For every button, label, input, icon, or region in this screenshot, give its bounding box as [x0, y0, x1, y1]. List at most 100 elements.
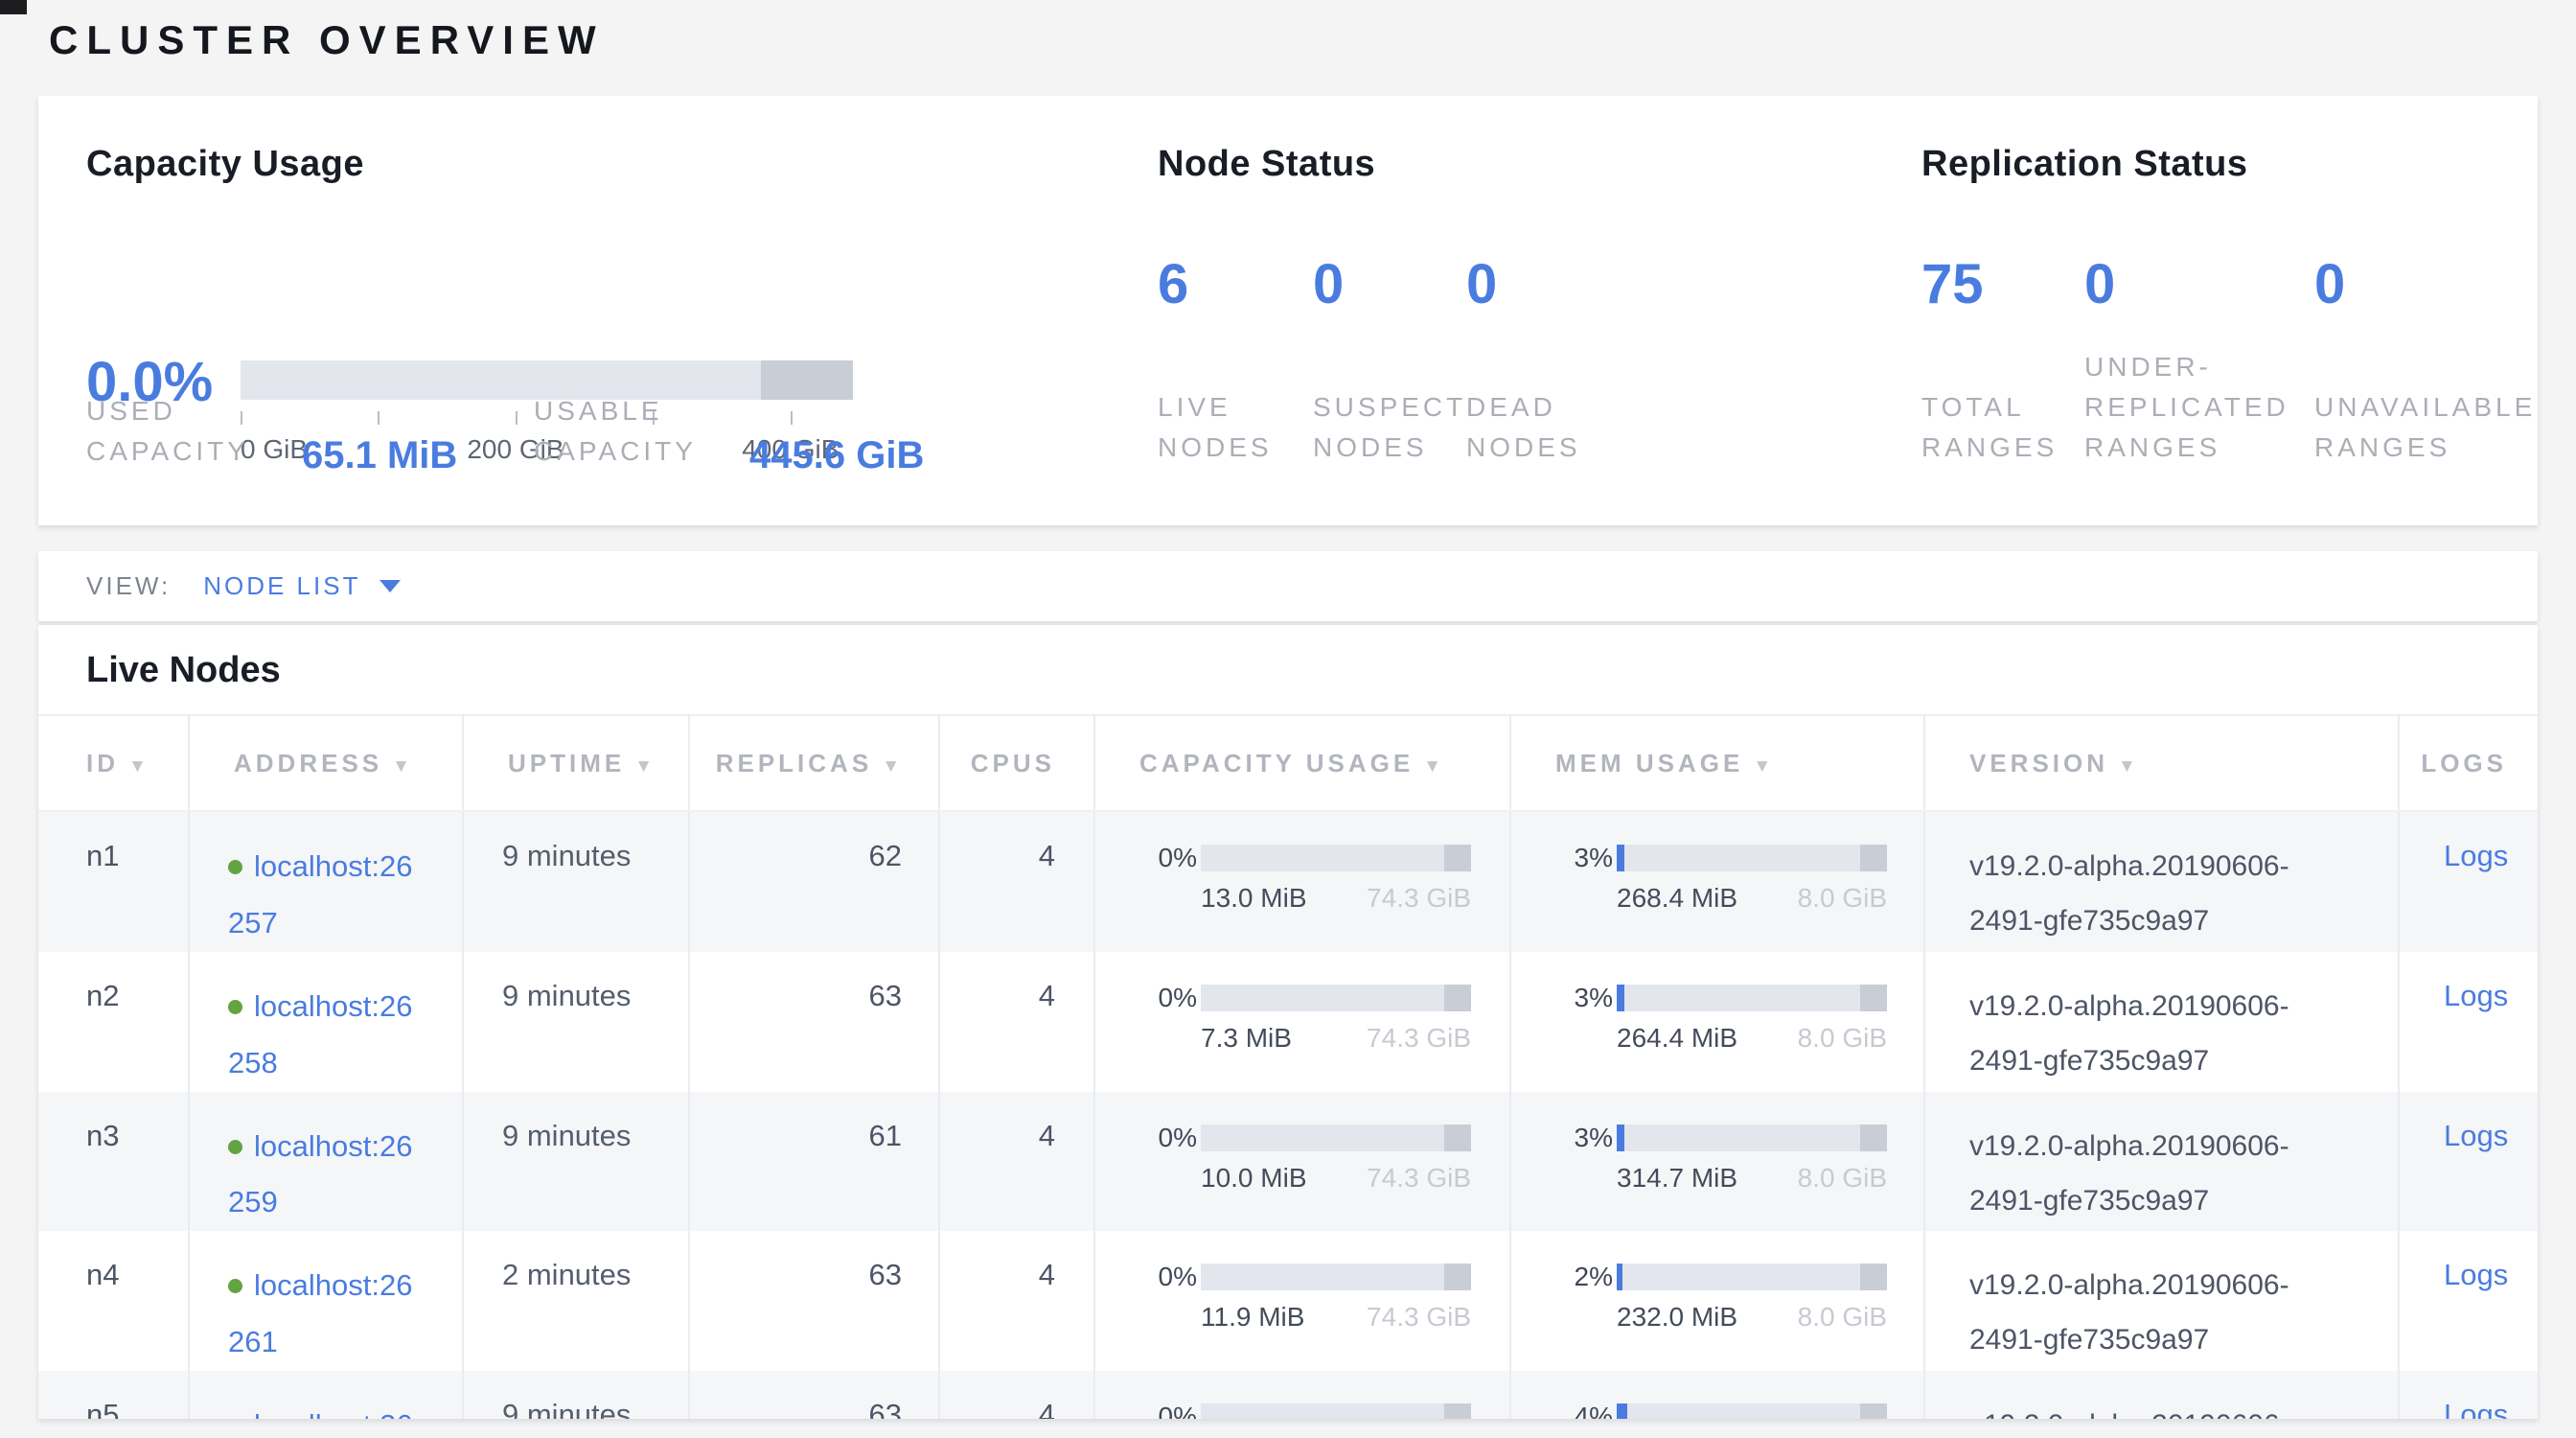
- logs-link[interactable]: Logs: [2444, 1398, 2508, 1419]
- view-selector-panel: VIEW: NODE LIST: [38, 551, 2538, 621]
- unavailable-ranges-count: 0: [2314, 257, 2345, 313]
- node-live-dot: [228, 1140, 242, 1154]
- node-status-section: Node Status 6 0 0 LIVE NODES SUSPECT NOD…: [1158, 96, 1886, 525]
- node-status-title: Node Status: [1158, 144, 1375, 185]
- node-version-cell: v19.2.0-alpha.20190606-2491-gfe735c9a97: [1924, 1231, 2399, 1371]
- node-replicas-cell: 62: [689, 811, 939, 952]
- capacity-bar-reserved: [1444, 985, 1471, 1011]
- node-row: n1 localhost:26257 9 minutes 62 4 0% 13.…: [38, 811, 2538, 952]
- node-row: n4 localhost:26261 2 minutes 63 4 0% 11.…: [38, 1231, 2538, 1371]
- capacity-total-value: 74.3 GiB: [1367, 1163, 1471, 1194]
- node-mem-cell: 4% 329.6 MiB 8.0 GiB: [1510, 1371, 1924, 1419]
- col-header-capacity-usage[interactable]: CAPACITY USAGE▼: [1094, 715, 1510, 811]
- sort-desc-icon: ▼: [128, 756, 147, 777]
- node-replicas-cell: 63: [689, 1371, 939, 1419]
- usable-capacity-stat: USABLE CAPACITY 445.6 GiB: [534, 391, 924, 472]
- view-label: VIEW:: [86, 571, 171, 601]
- sort-desc-icon: ▼: [2118, 756, 2136, 777]
- col-header-uptime[interactable]: UPTIME▼: [463, 715, 689, 811]
- capacity-total-value: 74.3 GiB: [1367, 1302, 1471, 1333]
- node-capacity-cell: 0% 11.9 MiB 74.3 GiB: [1094, 1231, 1510, 1371]
- suspect-nodes-label: SUSPECT NODES: [1313, 387, 1466, 468]
- capacity-usage-bar: [1201, 1403, 1471, 1419]
- used-capacity-stat: USED CAPACITY 65.1 MiB: [86, 391, 457, 472]
- mem-used-value: 314.7 MiB: [1617, 1163, 1737, 1194]
- node-capacity-cell: 0% 7.3 MiB 74.3 GiB: [1094, 952, 1510, 1092]
- mem-total-value: 8.0 GiB: [1798, 1023, 1887, 1054]
- mem-bar-reserved: [1860, 845, 1887, 871]
- col-header-logs: LOGS: [2399, 715, 2538, 811]
- node-mem-cell: 3% 264.4 MiB 8.0 GiB: [1510, 952, 1924, 1092]
- node-logs-cell: Logs: [2399, 1092, 2538, 1232]
- mem-bar-reserved: [1860, 985, 1887, 1011]
- node-address-link[interactable]: localhost:26258: [228, 989, 412, 1079]
- capacity-total-value: 74.3 GiB: [1367, 883, 1471, 914]
- mem-total-value: 8.0 GiB: [1798, 1163, 1887, 1194]
- node-address-cell: localhost:26262: [189, 1371, 463, 1419]
- node-id-cell: n1: [38, 811, 189, 952]
- node-row: n5 localhost:26262 9 minutes 63 4 0% 12.…: [38, 1371, 2538, 1419]
- node-address-cell: localhost:26259: [189, 1092, 463, 1232]
- under-replicated-ranges-label: UNDER-REPLICATED RANGES: [2084, 347, 2288, 468]
- col-header-replicas[interactable]: REPLICAS▼: [689, 715, 939, 811]
- node-cpus-cell: 4: [939, 1231, 1094, 1371]
- col-header-address[interactable]: ADDRESS▼: [189, 715, 463, 811]
- node-row: n2 localhost:26258 9 minutes 63 4 0% 7.3…: [38, 952, 2538, 1092]
- used-capacity-value: 65.1 MiB: [302, 434, 457, 477]
- suspect-nodes-count: 0: [1313, 257, 1344, 313]
- node-address-link[interactable]: localhost:26262: [228, 1408, 412, 1419]
- sort-desc-icon: ▼: [634, 756, 653, 777]
- window-edge-artifact: [0, 0, 27, 14]
- mem-bar-reserved: [1860, 1264, 1887, 1290]
- live-nodes-count: 6: [1158, 257, 1188, 313]
- capacity-usage-bar: [1201, 845, 1471, 871]
- mem-usage-bar: [1617, 1125, 1887, 1151]
- node-version-cell: v19.2.0-alpha.20190606-2491-gfe735c9a97: [1924, 1371, 2399, 1419]
- mem-used-value: 268.4 MiB: [1617, 883, 1737, 914]
- node-address-link[interactable]: localhost:26261: [228, 1268, 412, 1358]
- node-logs-cell: Logs: [2399, 1231, 2538, 1371]
- dead-nodes-label: DEAD NODES: [1466, 387, 1610, 468]
- logs-link[interactable]: Logs: [2444, 979, 2508, 1012]
- mem-bar-fill: [1617, 845, 1624, 871]
- node-capacity-cell: 0% 12.4 MiB 74.3 GiB: [1094, 1371, 1510, 1419]
- live-nodes-card: Live Nodes ID▼ ADDRESS▼ UPTIME▼ REPLICAS…: [38, 625, 2538, 1419]
- capacity-usage-bar: [1201, 1125, 1471, 1151]
- sort-desc-icon: ▼: [882, 756, 900, 777]
- mem-bar-fill: [1617, 1264, 1622, 1290]
- col-header-id[interactable]: ID▼: [38, 715, 189, 811]
- node-logs-cell: Logs: [2399, 1371, 2538, 1419]
- col-header-version[interactable]: VERSION▼: [1924, 715, 2399, 811]
- total-ranges-count: 75: [1921, 257, 1984, 313]
- logs-link[interactable]: Logs: [2444, 839, 2508, 872]
- view-dropdown-value: NODE LIST: [203, 571, 360, 601]
- node-live-dot: [228, 860, 242, 874]
- node-address-link[interactable]: localhost:26257: [228, 849, 412, 939]
- node-id-cell: n4: [38, 1231, 189, 1371]
- node-logs-cell: Logs: [2399, 811, 2538, 952]
- node-capacity-cell: 0% 10.0 MiB 74.3 GiB: [1094, 1092, 1510, 1232]
- node-row: n3 localhost:26259 9 minutes 61 4 0% 10.…: [38, 1092, 2538, 1232]
- node-mem-cell: 3% 268.4 MiB 8.0 GiB: [1510, 811, 1924, 952]
- node-uptime-cell: 9 minutes: [463, 811, 689, 952]
- capacity-usage-title: Capacity Usage: [86, 144, 364, 185]
- mem-total-value: 8.0 GiB: [1798, 1302, 1887, 1333]
- logs-link[interactable]: Logs: [2444, 1258, 2508, 1291]
- logs-link[interactable]: Logs: [2444, 1119, 2508, 1152]
- capacity-used-value: 13.0 MiB: [1201, 883, 1307, 914]
- axis-tick: [516, 411, 518, 425]
- node-replicas-cell: 63: [689, 952, 939, 1092]
- node-uptime-cell: 9 minutes: [463, 1092, 689, 1232]
- sort-desc-icon: ▼: [1423, 756, 1441, 777]
- node-version-cell: v19.2.0-alpha.20190606-2491-gfe735c9a97: [1924, 811, 2399, 952]
- mem-bar-fill: [1617, 1403, 1627, 1419]
- node-mem-cell: 2% 232.0 MiB 8.0 GiB: [1510, 1231, 1924, 1371]
- col-header-mem-usage[interactable]: MEM USAGE▼: [1510, 715, 1924, 811]
- sort-desc-icon: ▼: [1753, 756, 1771, 777]
- mem-usage-bar: [1617, 845, 1887, 871]
- node-address-link[interactable]: localhost:26259: [228, 1129, 412, 1219]
- view-dropdown[interactable]: NODE LIST: [203, 571, 401, 601]
- capacity-percent-label: 0%: [1139, 1262, 1197, 1292]
- col-header-cpus[interactable]: CPUS: [939, 715, 1094, 811]
- capacity-percent-label: 0%: [1139, 1402, 1197, 1419]
